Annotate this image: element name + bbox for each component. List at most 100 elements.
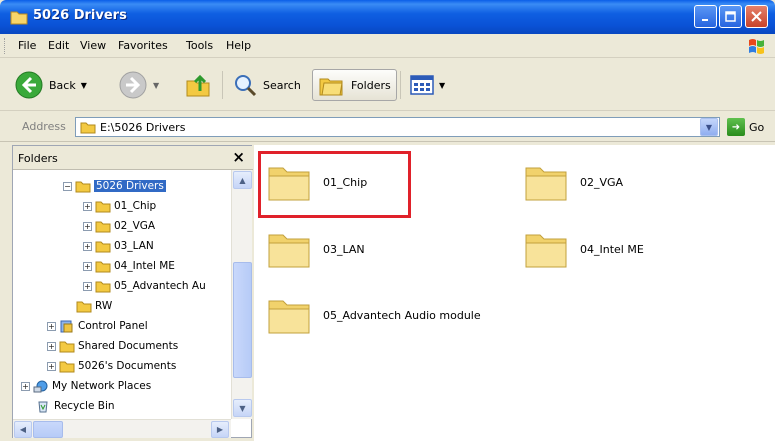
search-button[interactable]: Search: [232, 69, 301, 101]
folders-pane-close-button[interactable]: ×: [232, 148, 245, 166]
search-icon: [235, 75, 257, 97]
back-dropdown-icon[interactable]: ▼: [81, 81, 87, 90]
expand-icon[interactable]: +: [83, 221, 92, 231]
folder-02-vga[interactable]: 02_VGA: [524, 162, 623, 202]
back-label: Back: [49, 78, 76, 92]
tree-label: RW: [95, 300, 113, 312]
folder-icon: [95, 261, 111, 272]
scroll-left-button[interactable]: ◀: [14, 421, 32, 438]
close-icon: [751, 11, 762, 22]
tree-label: 03_LAN: [114, 240, 154, 252]
chevron-down-icon: ▼: [239, 403, 246, 413]
folder-icon: [95, 201, 111, 212]
folder-01-chip[interactable]: 01_Chip: [267, 162, 367, 202]
chevron-right-icon: ▶: [216, 425, 224, 434]
address-bar: Address E:\5026 Drivers ▼ ➜ Go: [0, 112, 775, 142]
chevron-left-icon: ◀: [19, 425, 27, 434]
menu-grip: [4, 38, 7, 54]
tree-label: Shared Documents: [78, 340, 179, 352]
toolbar-separator: [222, 71, 223, 99]
tree-item-03-lan[interactable]: + 03_LAN: [83, 237, 154, 255]
maximize-button[interactable]: [719, 5, 742, 28]
vertical-scroll-thumb[interactable]: [233, 262, 252, 378]
menu-bar: File Edit View Favorites Tools Help: [0, 34, 775, 58]
back-arrow-icon: [15, 71, 43, 99]
tree-label: 04_Intel ME: [114, 260, 175, 272]
tree-item-05-advantech[interactable]: + 05_Advantech Au: [83, 277, 206, 295]
menu-tools[interactable]: Tools: [186, 39, 213, 52]
tree-item-04-intel-me[interactable]: + 04_Intel ME: [83, 257, 175, 275]
folders-icon: [319, 78, 343, 96]
tree-item-rw[interactable]: RW: [76, 297, 112, 315]
horizontal-scrollbar[interactable]: ◀ ▶: [13, 419, 231, 438]
tree-item-recycle-bin[interactable]: Recycle Bin: [35, 397, 115, 415]
tree-item-shared-documents[interactable]: + Shared Documents: [47, 337, 178, 355]
expand-icon[interactable]: +: [83, 261, 92, 271]
tree-label: 05_Advantech Au: [114, 280, 206, 292]
go-arrow-icon: ➜: [727, 118, 745, 136]
up-folder-button[interactable]: [184, 69, 212, 101]
collapse-icon[interactable]: −: [63, 181, 72, 191]
tree-label: My Network Places: [52, 380, 152, 392]
forward-dropdown-icon[interactable]: ▼: [153, 81, 159, 90]
folders-pane: Folders × − 5026 Drivers + 01_Chip + 02_…: [12, 145, 253, 438]
back-button[interactable]: Back ▼: [14, 69, 87, 101]
search-label: Search: [263, 78, 301, 92]
folder-04-intel-me[interactable]: 04_Intel ME: [524, 229, 644, 269]
chevron-down-icon: ▼: [705, 122, 713, 132]
tree-item-01-chip[interactable]: + 01_Chip: [83, 197, 156, 215]
expand-icon[interactable]: +: [47, 341, 56, 351]
explorer-window: 5026 Drivers File Edit View Favorites To…: [0, 0, 775, 441]
toolbar-separator: [400, 71, 401, 99]
window-title: 5026 Drivers: [33, 8, 127, 23]
tree-label: Control Panel: [78, 320, 148, 332]
folder-03-lan[interactable]: 03_LAN: [267, 229, 365, 269]
vertical-scrollbar[interactable]: ▲ ▼: [231, 170, 252, 419]
minimize-icon: [701, 18, 708, 21]
go-label: Go: [749, 120, 765, 134]
folder-icon: [95, 281, 111, 292]
address-dropdown-button[interactable]: ▼: [700, 118, 718, 136]
tree-item-control-panel[interactable]: + Control Panel: [47, 317, 148, 335]
up-folder-icon: [186, 74, 210, 97]
tree-item-5026-drivers[interactable]: − 5026 Drivers: [63, 177, 166, 195]
folders-button[interactable]: Folders: [312, 69, 397, 101]
address-value: E:\5026 Drivers: [100, 120, 186, 134]
tree-item-5026s-documents[interactable]: + 5026's Documents: [47, 357, 176, 375]
tree-item-02-vga[interactable]: + 02_VGA: [83, 217, 155, 235]
expand-icon[interactable]: +: [47, 361, 56, 371]
views-dropdown-icon[interactable]: ▼: [439, 81, 445, 90]
close-button[interactable]: [745, 5, 768, 28]
menu-edit[interactable]: Edit: [48, 39, 69, 52]
expand-icon[interactable]: +: [83, 281, 92, 291]
tree-label: 02_VGA: [114, 220, 156, 232]
tree-label: 5026's Documents: [78, 360, 177, 372]
title-bar[interactable]: 5026 Drivers: [0, 0, 775, 34]
folder-icon: [95, 221, 111, 232]
expand-icon[interactable]: +: [83, 201, 92, 211]
views-button[interactable]: ▼: [410, 69, 445, 101]
chevron-up-icon: ▲: [239, 175, 246, 185]
scroll-right-button[interactable]: ▶: [211, 421, 229, 438]
menu-favorites[interactable]: Favorites: [118, 39, 168, 52]
recycle-bin-icon: [38, 401, 48, 412]
go-button[interactable]: ➜ Go: [727, 118, 764, 136]
minimize-button[interactable]: [694, 5, 717, 28]
forward-button[interactable]: ▼: [118, 69, 159, 101]
address-input[interactable]: E:\5026 Drivers: [75, 117, 720, 137]
folder-icon: [76, 301, 92, 312]
horizontal-scroll-thumb[interactable]: [33, 421, 63, 438]
menu-help[interactable]: Help: [226, 39, 251, 52]
scroll-up-button[interactable]: ▲: [233, 171, 252, 189]
folder-05-advantech-audio[interactable]: 05_Advantech Audio module: [267, 295, 481, 335]
menu-view[interactable]: View: [80, 39, 106, 52]
expand-icon[interactable]: +: [83, 241, 92, 251]
expand-icon[interactable]: +: [21, 381, 30, 391]
tree-item-my-network-places[interactable]: + My Network Places: [21, 377, 151, 395]
folder-name: 01_Chip: [323, 175, 368, 189]
expand-icon[interactable]: +: [47, 321, 56, 331]
windows-logo-icon: [749, 39, 764, 54]
folder-icon: [80, 122, 96, 133]
scroll-down-button[interactable]: ▼: [233, 399, 252, 417]
menu-file[interactable]: File: [18, 39, 36, 52]
